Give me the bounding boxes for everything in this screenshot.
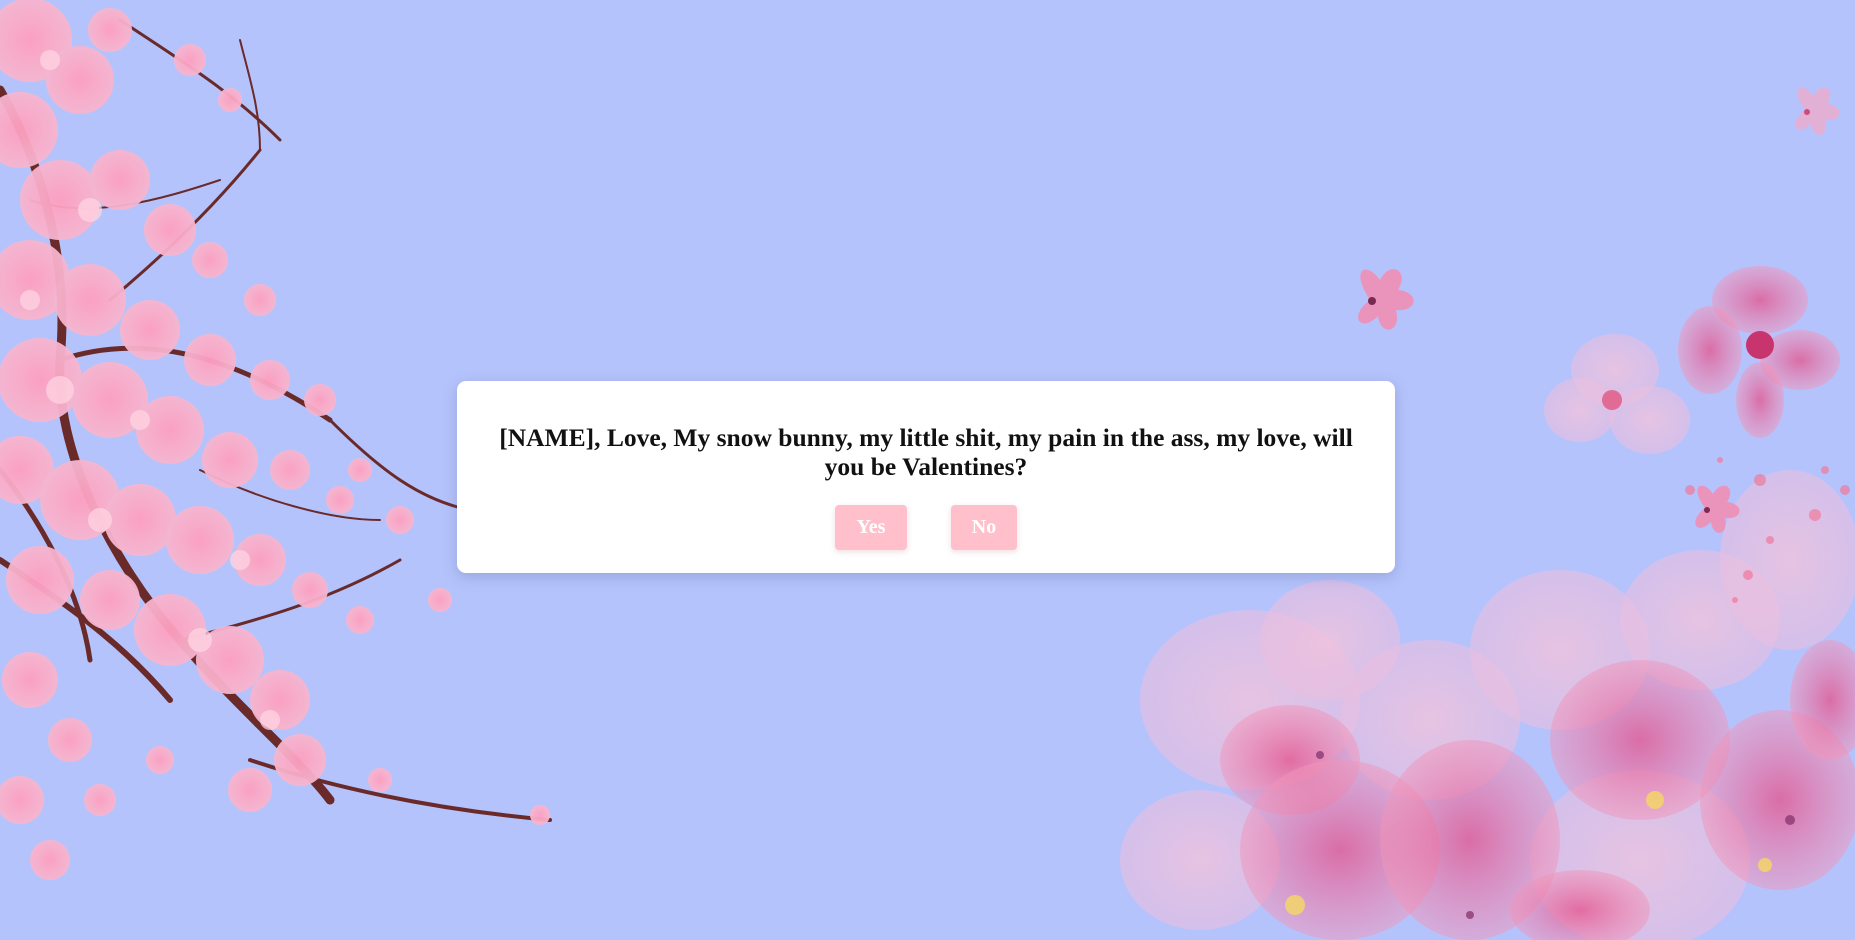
valentine-question: [NAME], Love, My snow bunny, my little s… (499, 423, 1353, 481)
floating-flower-large (1678, 266, 1840, 438)
answer-buttons: Yes No (481, 505, 1371, 550)
no-button[interactable]: No (951, 505, 1017, 550)
valentine-dialog: [NAME], Love, My snow bunny, my little s… (457, 381, 1395, 573)
yes-button[interactable]: Yes (835, 505, 907, 550)
floating-flower-medium (1544, 334, 1690, 454)
